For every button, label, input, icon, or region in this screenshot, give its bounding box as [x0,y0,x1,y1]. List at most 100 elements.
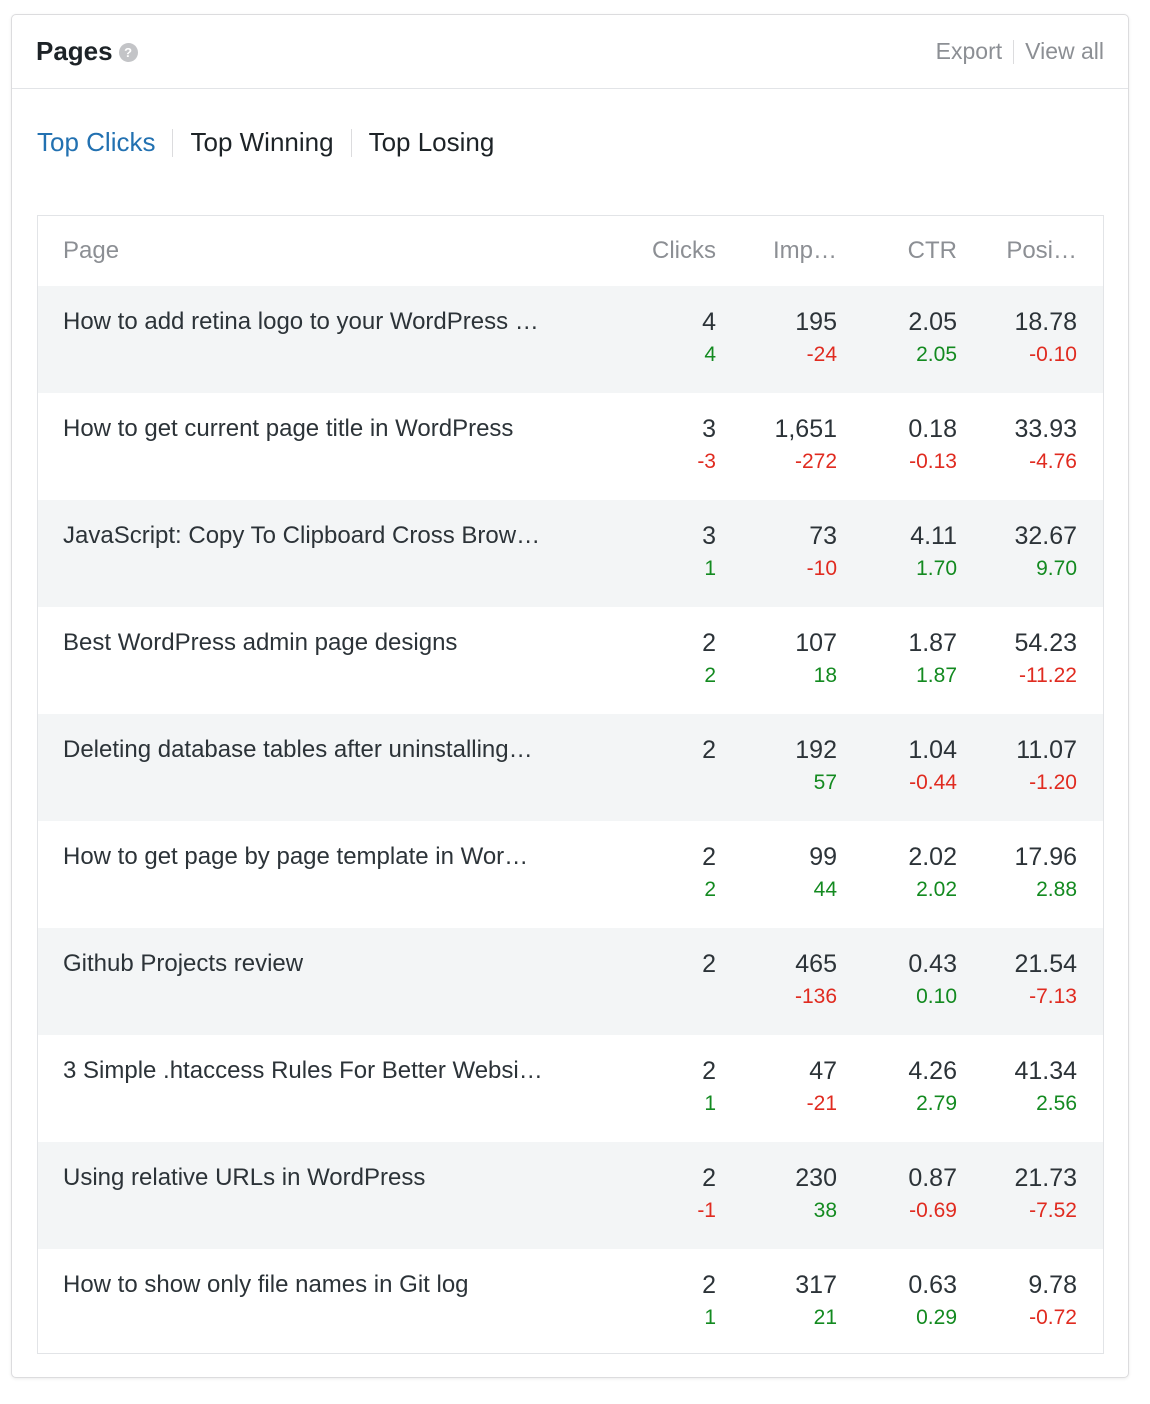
table-row[interactable]: How to show only file names in Git log 2 1… [38,1249,1103,1356]
impressions-value: 73 [809,522,837,550]
page-title-cell[interactable]: How to get page by page template in Wor… [38,843,598,871]
clicks-cell: 2 [598,736,716,796]
impressions-cell: 1,651 -272 [716,415,837,475]
page-title-cell[interactable]: Github Projects review [38,950,598,978]
help-icon[interactable]: ? [118,43,138,62]
tab-divider [172,128,174,157]
ctr-value: 4.26 [908,1057,957,1085]
impressions-value: 47 [809,1057,837,1085]
tab-bar: Top Clicks Top Winning Top Losing [37,127,494,158]
position-change: -0.10 [1029,343,1077,366]
clicks-cell: 31 [598,522,716,582]
ctr-change: 2.05 [916,343,957,366]
ctr-change: 0.10 [916,985,957,1008]
position-cell: 33.93 -4.76 [957,415,1077,475]
title-wrap: Pages ? [36,36,138,67]
clicks-value: 3 [702,522,716,550]
clicks-value: 2 [702,950,716,978]
table-body: How to add retina logo to your WordPress… [38,286,1103,1356]
ctr-value: 0.43 [908,950,957,978]
position-change: 9.70 [1036,557,1077,580]
impressions-change: 57 [813,771,837,794]
position-value: 54.23 [1014,629,1077,657]
page-title-cell[interactable]: How to get current page title in WordPre… [38,415,598,443]
table-row[interactable]: Deleting database tables after uninstall… [38,714,1103,821]
clicks-cell: 21 [598,1271,716,1331]
page-title-cell[interactable]: How to show only file names in Git log [38,1271,598,1299]
impressions-change: -272 [794,450,837,473]
impressions-change: 44 [813,878,837,901]
clicks-value: 2 [702,1164,716,1192]
clicks-cell: 44 [598,308,716,368]
table-row[interactable]: How to get current page title in WordPre… [38,393,1103,500]
ctr-change: 1.70 [916,557,957,580]
table-header: Page Clicks Imp… CTR Posi… [38,216,1103,286]
position-cell: 9.78 -0.72 [957,1271,1077,1331]
position-change: -4.76 [1029,450,1077,473]
column-header-position[interactable]: Posi… [957,237,1077,265]
position-change: 2.88 [1036,878,1077,901]
impressions-cell: 73 -10 [716,522,837,582]
ctr-value: 4.11 [910,522,957,550]
position-change: -11.22 [1019,664,1077,687]
tab-top-losing[interactable]: Top Losing [369,127,495,158]
clicks-change: 1 [704,1306,716,1329]
table-row[interactable]: How to add retina logo to your WordPress… [38,286,1103,393]
column-header-ctr[interactable]: CTR [837,237,957,265]
table-row[interactable]: How to get page by page template in Wor…… [38,821,1103,928]
view-all-link[interactable]: View all [1025,38,1104,65]
ctr-value: 2.02 [908,843,957,871]
impressions-change: -136 [794,985,837,1008]
table-row[interactable]: Using relative URLs in WordPress 2 -1 230 38… [38,1142,1103,1249]
page-title-cell[interactable]: How to add retina logo to your WordPress… [38,308,598,336]
ctr-cell: 2.02 2.02 [837,843,957,903]
table-row[interactable]: 3 Simple .htaccess Rules For Better Webs… [38,1035,1103,1142]
position-cell: 32.67 9.70 [957,522,1077,582]
ctr-cell: 0.87 -0.69 [837,1164,957,1224]
tab-divider [350,128,352,157]
tab-top-winning[interactable]: Top Winning [190,127,333,158]
table-row[interactable]: Best WordPress admin page designs 2 2 107 18… [38,607,1103,714]
ctr-cell: 4.26 2.79 [837,1057,957,1117]
ctr-value: 1.87 [908,629,957,657]
page-title-cell[interactable]: Deleting database tables after uninstall… [38,736,598,764]
table-row[interactable]: JavaScript: Copy To Clipboard Cross Brow… [38,500,1103,607]
ctr-change: -0.69 [909,1199,957,1222]
impressions-value: 107 [795,629,837,657]
clicks-change [598,984,716,1010]
impressions-change: 21 [813,1306,837,1329]
position-change: -0.72 [1029,1306,1077,1329]
column-header-page[interactable]: Page [38,237,598,265]
position-change: -7.52 [1029,1199,1077,1222]
page-title-cell[interactable]: 3 Simple .htaccess Rules For Better Webs… [38,1057,598,1085]
impressions-value: 465 [795,950,837,978]
ctr-cell: 1.87 1.87 [837,629,957,689]
pages-widget: Pages ? Export View all Top Clicks Top W… [11,14,1129,1378]
clicks-value: 2 [702,629,716,657]
impressions-cell: 107 18 [716,629,837,689]
impressions-change: -24 [806,343,837,366]
position-cell: 11.07 -1.20 [957,736,1077,796]
page-title-cell[interactable]: Using relative URLs in WordPress [38,1164,598,1192]
column-header-clicks[interactable]: Clicks [598,237,716,265]
clicks-cell: 3 -3 [598,415,716,475]
clicks-value: 2 [702,843,716,871]
page-title-cell[interactable]: Best WordPress admin page designs [38,629,598,657]
tab-top-clicks[interactable]: Top Clicks [37,127,155,158]
impressions-change: 18 [813,664,837,687]
position-value: 21.54 [1014,950,1077,978]
impressions-cell: 47 -21 [716,1057,837,1117]
clicks-cell: 2 [598,950,716,1010]
ctr-change: 2.02 [916,878,957,901]
table-row[interactable]: Github Projects review 2 465 -136 0.43 0.10 21… [38,928,1103,1035]
widget-title: Pages [36,36,113,66]
export-link[interactable]: Export [936,38,1002,65]
ctr-value: 0.63 [908,1271,957,1299]
clicks-value: 2 [702,1271,716,1299]
column-header-impressions[interactable]: Imp… [716,237,837,265]
clicks-change: 2 [704,664,716,687]
position-value: 18.78 [1014,308,1077,336]
clicks-value: 2 [702,736,716,764]
page-title-cell[interactable]: JavaScript: Copy To Clipboard Cross Brow… [38,522,598,550]
impressions-cell: 192 57 [716,736,837,796]
